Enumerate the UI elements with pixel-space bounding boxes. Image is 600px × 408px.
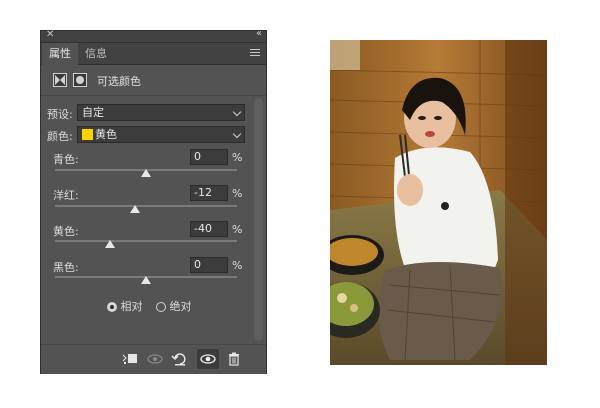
visibility-icon <box>200 354 216 364</box>
reset-button[interactable] <box>169 349 191 369</box>
radio-unselected-icon <box>156 302 166 312</box>
cyan-slider-thumb[interactable] <box>141 169 151 177</box>
yellow-input[interactable]: -40 <box>190 221 228 237</box>
relative-option[interactable]: 相对 <box>107 298 143 314</box>
black-unit: % <box>232 259 243 272</box>
yellow-label: 黄色: <box>53 225 79 238</box>
black-value: 0 <box>194 258 201 271</box>
preset-label: 预设: <box>47 108 73 121</box>
properties-panel: ✕ ‹‹ 属性 信息 可选颜色 预设: 自定 颜色: 黄色 青色: 0 % 洋红… <box>40 28 267 374</box>
tab-properties[interactable]: 属性 <box>42 43 78 65</box>
adjustment-header: 可选颜色 <box>41 65 266 96</box>
clip-to-layer-icon <box>122 354 137 364</box>
tab-info-label: 信息 <box>85 47 107 60</box>
tab-info[interactable]: 信息 <box>78 43 114 64</box>
yellow-slider-thumb[interactable] <box>104 240 115 248</box>
black-slider-thumb[interactable] <box>141 276 151 284</box>
view-previous-icon <box>147 354 163 364</box>
reset-icon <box>171 353 186 366</box>
cyan-unit: % <box>232 151 243 164</box>
yellow-slider-track[interactable] <box>55 240 237 242</box>
magenta-slider-thumb[interactable] <box>130 205 141 213</box>
radio-selected-icon <box>107 302 117 312</box>
cyan-value: 0 <box>194 150 201 163</box>
magenta-value: -12 <box>194 186 212 199</box>
black-label: 黑色: <box>53 261 79 274</box>
black-input[interactable]: 0 <box>190 257 228 273</box>
photo-image <box>330 40 547 365</box>
clip-to-layer-button[interactable] <box>119 349 141 369</box>
panel-menu-icon[interactable] <box>250 49 260 57</box>
panel-bottom-toolbar <box>41 344 266 374</box>
chevron-down-icon <box>232 107 242 117</box>
preset-value: 自定 <box>82 106 104 119</box>
tab-properties-label: 属性 <box>49 47 71 60</box>
yellow-swatch <box>82 129 93 140</box>
delete-button[interactable] <box>223 349 245 369</box>
cyan-label: 青色: <box>53 153 79 166</box>
magenta-label: 洋红: <box>53 189 79 202</box>
chevron-down-icon <box>232 129 242 139</box>
panel-tabs: 属性 信息 <box>41 43 266 65</box>
adjustment-title: 可选颜色 <box>97 75 141 88</box>
layer-mask-icon[interactable] <box>73 73 87 87</box>
close-icon[interactable]: ✕ <box>46 29 54 40</box>
adjustment-layer-icon[interactable] <box>53 73 67 87</box>
color-label: 颜色: <box>47 130 73 143</box>
relative-label: 相对 <box>120 300 143 313</box>
absolute-option[interactable]: 绝对 <box>156 298 192 314</box>
visibility-button[interactable] <box>197 349 219 369</box>
panel-title-bar: ✕ ‹‹ <box>41 28 266 43</box>
collapse-icon[interactable]: ‹‹ <box>256 28 262 39</box>
color-select[interactable]: 黄色 <box>77 126 245 143</box>
yellow-value: -40 <box>194 222 212 235</box>
preview-photo <box>330 40 547 365</box>
absolute-label: 绝对 <box>169 300 192 313</box>
magenta-input[interactable]: -12 <box>190 185 228 201</box>
yellow-unit: % <box>232 223 243 236</box>
preset-select[interactable]: 自定 <box>77 104 245 121</box>
magenta-slider-track[interactable] <box>55 205 237 207</box>
view-previous-button[interactable] <box>144 349 166 369</box>
panel-scrollbar[interactable] <box>254 98 263 341</box>
cyan-input[interactable]: 0 <box>190 149 228 165</box>
magenta-unit: % <box>232 187 243 200</box>
delete-icon <box>229 352 239 366</box>
method-options: 相对 绝对 <box>107 298 202 314</box>
color-value: 黄色 <box>95 128 117 141</box>
